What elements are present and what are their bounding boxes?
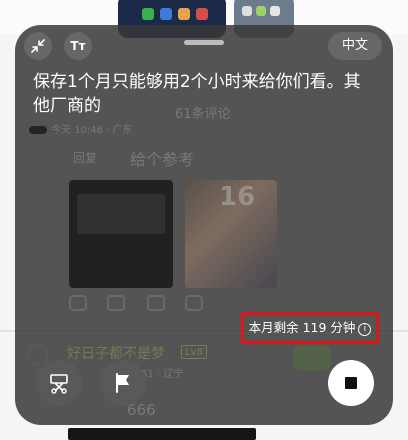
font-size-icon: Tт: [70, 39, 86, 53]
ghost-avatar-2: [27, 343, 49, 365]
ghost-avatar: [29, 126, 47, 134]
info-icon[interactable]: i: [358, 323, 372, 336]
subtitle-caption: 保存1个月只能够用2个小时来给你们看。其他厂商的: [33, 72, 361, 116]
ghost-image-2: 16: [185, 180, 277, 288]
remaining-minutes-badge[interactable]: 本月剩余 119 分钟 i: [241, 312, 379, 344]
screen: 61条评论 今天 10:46 · 广东 回复 给个参考 16 好日子都不是梦 L…: [0, 0, 408, 440]
ghost-phone-number: 16: [219, 182, 256, 212]
ghost-level-badge: Lv8: [181, 345, 207, 359]
subtitle-overlay-panel: 61条评论 今天 10:46 · 广东 回复 给个参考 16 好日子都不是梦 L…: [15, 25, 393, 425]
ghost-sticker: [293, 345, 331, 371]
mark-button[interactable]: [100, 360, 146, 406]
remaining-minutes-text: 本月剩余 119 分钟: [248, 320, 356, 335]
ghost-action-icons: [67, 293, 217, 317]
font-size-button[interactable]: Tт: [64, 32, 92, 60]
drag-handle[interactable]: [184, 40, 224, 45]
clip-button[interactable]: [36, 360, 82, 406]
flag-icon: [116, 373, 129, 393]
ghost-image-1: [69, 180, 173, 288]
ghost-reply-prefix: 回复: [73, 151, 98, 165]
stop-icon: [345, 377, 357, 389]
collapse-button[interactable]: [24, 32, 52, 60]
scissors-icon: [50, 374, 68, 394]
stop-button[interactable]: [328, 360, 374, 406]
collapse-arrows-icon: [31, 39, 45, 53]
feed-image-bottom: [68, 428, 256, 440]
ghost-meta: 今天 10:46 · 广东: [51, 125, 133, 136]
language-button[interactable]: 中文: [328, 32, 382, 60]
ghost-reply-text: 给个参考: [130, 150, 195, 169]
